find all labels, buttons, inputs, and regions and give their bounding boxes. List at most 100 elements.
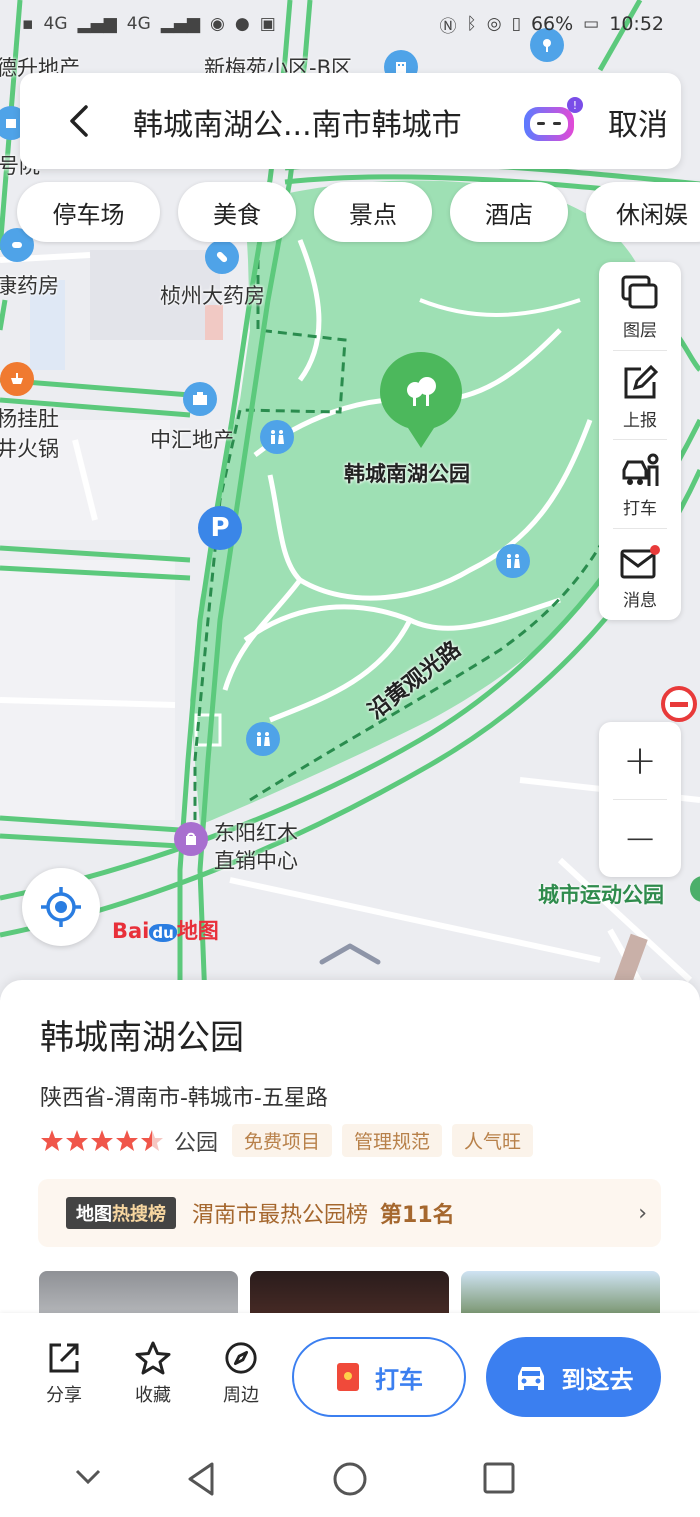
badge-a: 地图 (76, 1204, 112, 1225)
tag-popular: 人气旺 (452, 1124, 534, 1157)
hd-icon: ▪ (22, 14, 34, 34)
zoom-in-button[interactable]: + (599, 722, 681, 799)
nearby-label: 周边 (223, 1385, 259, 1406)
taxi-button-label: 打车 (375, 1365, 423, 1394)
map-toolbar: 图层 上报 打车 消息 (599, 262, 681, 620)
layers-icon (621, 275, 658, 309)
signal-2-icon: ▂▄▆ (160, 14, 200, 34)
map-label-yangguadu[interactable]: 杨挂肚 (0, 403, 59, 433)
svg-text:!: ! (573, 99, 577, 112)
bluetooth-icon: ᛒ (466, 14, 477, 34)
report-button[interactable]: 上报 (599, 352, 681, 438)
messages-label: 消息 (623, 591, 657, 611)
battery-percent: 66% (530, 13, 574, 35)
search-bar: 韩城南湖公...南市韩城市 ! 取消 (20, 73, 681, 169)
nav-back-icon[interactable] (184, 1461, 218, 1497)
toolbar-divider (613, 528, 667, 529)
chip-leisure[interactable]: 休闲娱 (586, 182, 700, 242)
tag-well-managed: 管理规范 (342, 1124, 443, 1157)
directions-button[interactable]: 到这去 (486, 1337, 661, 1417)
map-label-kangyaofang[interactable]: 康药房 (0, 270, 59, 300)
favorite-button[interactable]: 收藏 (123, 1341, 183, 1407)
taxi-button[interactable]: 打车 (292, 1337, 466, 1417)
map-label-dongyang-2[interactable]: 直销中心 (214, 845, 298, 875)
parking-letter: P (210, 513, 230, 543)
baidu-map-logo: Bai du 地图 (112, 915, 219, 945)
nfc-icon: Ⓝ (439, 16, 457, 37)
chip-food[interactable]: 美食 (178, 182, 296, 242)
signal-1-icon: ▂▄▆ (77, 14, 117, 34)
directions-button-label: 到这去 (561, 1365, 634, 1394)
messages-button[interactable]: 消息 (599, 532, 681, 618)
ranking-banner[interactable]: 地图热搜榜 渭南市最热公园榜 第11名 › (38, 1179, 661, 1247)
chat-icon: ● (234, 14, 250, 34)
tag-free: 免费项目 (232, 1124, 333, 1157)
share-button[interactable]: 分享 (34, 1341, 94, 1407)
ranking-position: 第11名 (380, 1203, 455, 1228)
toilet-pin-icon[interactable] (260, 420, 294, 454)
map-label-zhonghui[interactable]: 中汇地产 (150, 424, 234, 454)
zoom-out-button[interactable]: − (599, 800, 681, 877)
place-title: 韩城南湖公园 (40, 1018, 244, 1058)
hot-list-badge: 地图热搜榜 (66, 1197, 176, 1229)
no-entry-sign-icon[interactable] (661, 686, 697, 722)
taxi-car-icon (622, 453, 659, 486)
restaurant-pin-icon[interactable] (0, 362, 34, 396)
logo-ditu: 地图 (176, 919, 219, 943)
chevron-right-icon: › (638, 1201, 647, 1226)
map-label-sports-park[interactable]: 城市运动公园 (538, 879, 664, 909)
locate-me-button[interactable] (22, 868, 100, 946)
action-bar: 分享 收藏 周边 打车 到这去 (0, 1313, 700, 1439)
report-label: 上报 (623, 411, 657, 431)
map-label-dongyang-1[interactable]: 东阳红木 (214, 817, 298, 847)
network-2-label: 4G (126, 14, 151, 34)
crosshair-icon (41, 887, 81, 927)
chip-attractions[interactable]: 景点 (314, 182, 432, 242)
taxi-tool-button[interactable]: 打车 (599, 440, 681, 526)
chip-hotels[interactable]: 酒店 (450, 182, 568, 242)
system-nav-bar (0, 1439, 700, 1517)
nav-recents-icon[interactable] (482, 1461, 516, 1495)
cancel-button[interactable]: 取消 (608, 100, 668, 144)
category-chips: 停车场 美食 景点 酒店 休闲娱 (17, 182, 700, 242)
chip-parking[interactable]: 停车场 (17, 182, 160, 242)
logo-bai: Bai (112, 919, 150, 943)
toilet-pin-2-icon[interactable] (496, 544, 530, 578)
nearby-button[interactable]: 周边 (211, 1341, 271, 1407)
map-label-park[interactable]: 韩城南湖公园 (344, 458, 470, 488)
nav-home-icon[interactable] (332, 1461, 368, 1497)
share-label: 分享 (46, 1385, 82, 1406)
real-estate-pin-icon[interactable] (183, 382, 217, 416)
parking-pin-icon[interactable]: P (198, 506, 242, 550)
taxi-tool-label: 打车 (623, 499, 657, 519)
nav-collapse-icon[interactable] (74, 1467, 102, 1487)
search-query[interactable]: 韩城南湖公...南市韩城市 (133, 100, 462, 144)
eye-icon: ◉ (210, 14, 225, 34)
battery-icon: ▭ (583, 14, 600, 34)
assistant-robot-icon[interactable]: ! (520, 95, 586, 147)
edit-icon (624, 364, 659, 399)
status-bar: ▪ 4G ▂▄▆ 4G ▂▄▆ ◉ ● ▣ Ⓝ ᛒ ◎ ▯ 66% ▭ 10:5… (0, 0, 700, 48)
sheet-expand-chevron-icon[interactable] (318, 940, 382, 966)
place-category: 公园 (174, 1130, 219, 1156)
map-label-pharmacy[interactable]: 桢州大药房 (160, 280, 265, 310)
star-rating-icon (41, 1129, 163, 1151)
back-arrow-icon[interactable] (60, 101, 100, 141)
network-1-label: 4G (43, 14, 68, 34)
place-address[interactable]: 陕西省-渭南市-韩城市-五星路 (40, 1080, 328, 1112)
map-label-huoguo[interactable]: 井火锅 (0, 433, 59, 463)
badge-b: 热搜榜 (112, 1204, 166, 1225)
compass-icon (225, 1342, 257, 1374)
ranking-text: 渭南市最热公园榜 (192, 1203, 369, 1228)
clock: 10:52 (609, 13, 664, 35)
red-envelope-icon (337, 1363, 359, 1391)
star-outline-icon (135, 1341, 171, 1375)
toilet-pin-3-icon[interactable] (246, 722, 280, 756)
shopping-pin-icon[interactable] (174, 822, 208, 856)
vibrate-icon: ▯ (511, 14, 521, 34)
mail-icon (620, 545, 660, 579)
toolbar-divider (613, 350, 667, 351)
layers-button[interactable]: 图层 (599, 262, 681, 348)
selected-park-marker-icon[interactable] (378, 350, 464, 450)
share-icon (49, 1343, 79, 1373)
